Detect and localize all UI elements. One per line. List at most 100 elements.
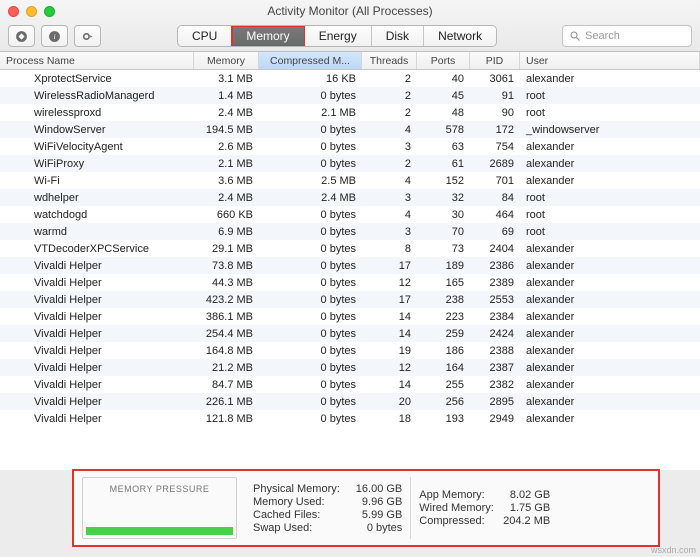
cell-name: Wi-Fi xyxy=(0,175,194,187)
cell-ports: 165 xyxy=(417,277,470,289)
cell-threads: 2 xyxy=(362,158,417,170)
stat-value: 204.2 MB xyxy=(503,515,550,527)
cell-pid: 2387 xyxy=(470,362,520,374)
memory-stats-right: App Memory:8.02 GBWired Memory:1.75 GBCo… xyxy=(411,477,558,539)
cell-ports: 255 xyxy=(417,379,470,391)
cell-memory: 21.2 MB xyxy=(194,362,259,374)
header-user[interactable]: User xyxy=(520,52,700,69)
table-row[interactable]: Vivaldi Helper73.8 MB0 bytes171892386ale… xyxy=(0,257,700,274)
cell-memory: 254.4 MB xyxy=(194,328,259,340)
cell-pid: 3061 xyxy=(470,73,520,85)
search-input[interactable]: Search xyxy=(562,25,692,47)
cell-compressed: 16 KB xyxy=(259,73,362,85)
tab-energy[interactable]: Energy xyxy=(305,26,372,46)
table-row[interactable]: Wi-Fi3.6 MB2.5 MB4152701alexander xyxy=(0,172,700,189)
cell-compressed: 0 bytes xyxy=(259,345,362,357)
table-row[interactable]: Vivaldi Helper254.4 MB0 bytes142592424al… xyxy=(0,325,700,342)
minimize-button[interactable] xyxy=(26,6,37,17)
cell-user: root xyxy=(520,192,700,204)
cell-name: wirelessproxd xyxy=(0,107,194,119)
cell-threads: 8 xyxy=(362,243,417,255)
tab-cpu[interactable]: CPU xyxy=(178,26,232,46)
cell-compressed: 0 bytes xyxy=(259,311,362,323)
close-button[interactable] xyxy=(8,6,19,17)
cell-ports: 193 xyxy=(417,413,470,425)
stat-row: Memory Used: 9.96 GB xyxy=(253,496,402,508)
header-memory[interactable]: Memory xyxy=(194,52,259,69)
cell-memory: 3.6 MB xyxy=(194,175,259,187)
stat-label: Memory Used: xyxy=(253,496,325,508)
cell-name: Vivaldi Helper xyxy=(0,294,194,306)
cell-threads: 12 xyxy=(362,362,417,374)
table-row[interactable]: WindowServer194.5 MB0 bytes4578172_windo… xyxy=(0,121,700,138)
cell-compressed: 0 bytes xyxy=(259,260,362,272)
cell-memory: 84.7 MB xyxy=(194,379,259,391)
memory-pressure-bar xyxy=(86,527,233,535)
table-row[interactable]: watchdogd660 KB0 bytes430464root xyxy=(0,206,700,223)
table-row[interactable]: Vivaldi Helper44.3 MB0 bytes121652389ale… xyxy=(0,274,700,291)
table-row[interactable]: Vivaldi Helper21.2 MB0 bytes121642387ale… xyxy=(0,359,700,376)
table-row[interactable]: XprotectService3.1 MB16 KB2403061alexand… xyxy=(0,70,700,87)
cell-pid: 2384 xyxy=(470,311,520,323)
table-row[interactable]: Vivaldi Helper84.7 MB0 bytes142552382ale… xyxy=(0,376,700,393)
cell-name: Vivaldi Helper xyxy=(0,328,194,340)
cell-memory: 73.8 MB xyxy=(194,260,259,272)
table-row[interactable]: Vivaldi Helper423.2 MB0 bytes172382553al… xyxy=(0,291,700,308)
cell-threads: 3 xyxy=(362,141,417,153)
cell-user: root xyxy=(520,209,700,221)
window-controls xyxy=(8,6,55,17)
tab-network[interactable]: Network xyxy=(424,26,496,46)
cell-name: Vivaldi Helper xyxy=(0,260,194,272)
cell-memory: 423.2 MB xyxy=(194,294,259,306)
table-row[interactable]: wirelessproxd2.4 MB2.1 MB24890root xyxy=(0,104,700,121)
table-row[interactable]: VTDecoderXPCService29.1 MB0 bytes8732404… xyxy=(0,240,700,257)
stat-row: App Memory:8.02 GB xyxy=(419,489,550,501)
cell-pid: 2949 xyxy=(470,413,520,425)
header-threads[interactable]: Threads xyxy=(362,52,417,69)
header-process-name[interactable]: Process Name xyxy=(0,52,194,69)
cell-compressed: 0 bytes xyxy=(259,294,362,306)
header-compressed[interactable]: Compressed M... xyxy=(259,52,362,69)
table-row[interactable]: WiFiProxy2.1 MB0 bytes2612689alexander xyxy=(0,155,700,172)
info-button[interactable]: i xyxy=(41,25,68,47)
cell-threads: 4 xyxy=(362,209,417,221)
table-row[interactable]: wdhelper2.4 MB2.4 MB33284root xyxy=(0,189,700,206)
cell-pid: 2895 xyxy=(470,396,520,408)
table-row[interactable]: Vivaldi Helper121.8 MB0 bytes181932949al… xyxy=(0,410,700,427)
cell-compressed: 0 bytes xyxy=(259,141,362,153)
info-icon: i xyxy=(48,30,61,43)
stat-label: Wired Memory: xyxy=(419,502,494,514)
cell-pid: 2386 xyxy=(470,260,520,272)
stat-value: 9.96 GB xyxy=(362,496,402,508)
memory-summary-panel: MEMORY PRESSURE Physical Memory:16.00 GB… xyxy=(72,469,660,547)
svg-text:i: i xyxy=(53,32,55,41)
cell-compressed: 0 bytes xyxy=(259,413,362,425)
settings-button[interactable] xyxy=(74,25,101,47)
cell-compressed: 0 bytes xyxy=(259,158,362,170)
header-pid[interactable]: PID xyxy=(470,52,520,69)
cell-user: alexander xyxy=(520,311,700,323)
stop-icon xyxy=(15,30,28,43)
stat-row: Compressed:204.2 MB xyxy=(419,515,550,527)
tab-memory[interactable]: Memory xyxy=(232,26,304,46)
table-row[interactable]: WirelessRadioManagerd1.4 MB0 bytes24591r… xyxy=(0,87,700,104)
table-row[interactable]: warmd6.9 MB0 bytes37069root xyxy=(0,223,700,240)
cell-name: WirelessRadioManagerd xyxy=(0,90,194,102)
table-row[interactable]: WiFiVelocityAgent2.6 MB0 bytes363754alex… xyxy=(0,138,700,155)
table-row[interactable]: Vivaldi Helper386.1 MB0 bytes142232384al… xyxy=(0,308,700,325)
stat-value: 5.99 GB xyxy=(362,509,402,521)
cell-user: alexander xyxy=(520,141,700,153)
stop-process-button[interactable] xyxy=(8,25,35,47)
cell-pid: 2389 xyxy=(470,277,520,289)
tab-disk[interactable]: Disk xyxy=(372,26,424,46)
cell-user: alexander xyxy=(520,73,700,85)
cell-pid: 754 xyxy=(470,141,520,153)
cell-user: alexander xyxy=(520,379,700,391)
maximize-button[interactable] xyxy=(44,6,55,17)
gear-icon xyxy=(81,30,94,43)
search-icon xyxy=(569,30,581,42)
header-ports[interactable]: Ports xyxy=(417,52,470,69)
cell-name: Vivaldi Helper xyxy=(0,379,194,391)
table-row[interactable]: Vivaldi Helper226.1 MB0 bytes202562895al… xyxy=(0,393,700,410)
table-row[interactable]: Vivaldi Helper164.8 MB0 bytes191862388al… xyxy=(0,342,700,359)
